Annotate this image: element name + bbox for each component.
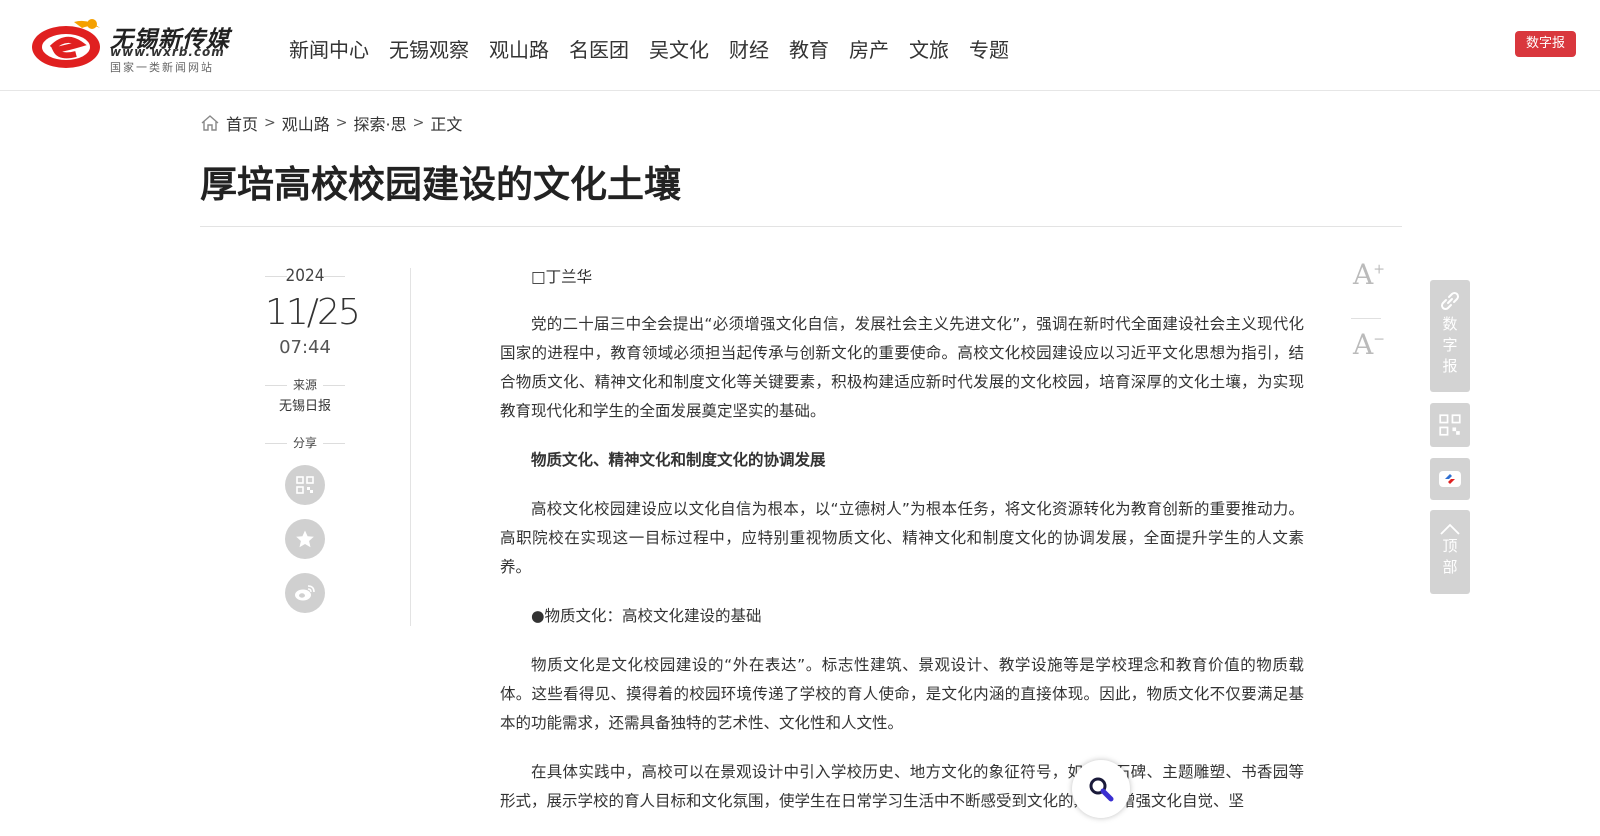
nav-item-news-center[interactable]: 新闻中心 [289, 34, 369, 63]
up-arrow-icon [1440, 523, 1460, 535]
breadcrumb-item-current: 正文 [430, 115, 463, 134]
share-favorite-button[interactable] [285, 519, 325, 559]
breadcrumb-item-explore[interactable]: 探索·思 [354, 111, 407, 135]
share-weibo-button[interactable] [285, 573, 325, 613]
breadcrumb-item-guanshan-road[interactable]: 观山路 [282, 111, 330, 135]
logo-slogan: 国家一类新闻网站 [110, 61, 214, 74]
nav-item-education[interactable]: 教育 [789, 34, 829, 63]
site-header: 无锡新传媒 www.wxrb.com 国家一类新闻网站 新闻中心 无锡观察 观山… [0, 0, 1600, 91]
back-to-top-button[interactable]: 顶 部 [1430, 510, 1470, 594]
font-increase-button[interactable]: A+ [1351, 258, 1387, 291]
app-icon [1439, 471, 1461, 487]
breadcrumb-separator: > [412, 115, 425, 131]
back-to-top-char: 部 [1442, 558, 1458, 576]
breadcrumb: 首页 > 观山路 > 探索·思 > 正文 [200, 111, 462, 135]
article-body: □丁兰华 党的二十届三中全会提出“必须增强文化自信，发展社会主义先进文化”，强调… [500, 263, 1304, 836]
nav-item-real-estate[interactable]: 房产 [849, 34, 889, 63]
nav-item-guanshan-road[interactable]: 观山路 [489, 34, 549, 63]
article-subheading: 物质文化、精神文化和制度文化的协调发展 [531, 451, 826, 469]
article-title: 厚培高校校园建设的文化土壤 [200, 163, 681, 206]
font-control-divider [1351, 318, 1381, 319]
nav-item-finance[interactable]: 财经 [729, 34, 769, 63]
nav-item-wu-culture[interactable]: 吴文化 [649, 34, 709, 63]
source-name: 无锡日报 [278, 399, 331, 414]
article-paragraph: 党的二十届三中全会提出“必须增强文化自信，发展社会主义先进文化”，强调在新时代全… [500, 315, 1304, 420]
font-decrease-button[interactable]: A− [1351, 328, 1387, 361]
float-digital-char: 报 [1442, 357, 1458, 375]
magnifier-button[interactable] [1072, 760, 1130, 818]
nav-item-wuxi-observe[interactable]: 无锡观察 [389, 34, 469, 63]
meta-divider [410, 268, 411, 626]
article-meta: 2024 11/25 07:44 来源 无锡日报 分享 [265, 266, 361, 613]
link-icon [1440, 291, 1460, 311]
site-logo[interactable]: 无锡新传媒 www.wxrb.com 国家一类新闻网站 [30, 14, 240, 74]
nav-item-culture-travel[interactable]: 文旅 [909, 34, 949, 63]
qrcode-icon [296, 476, 314, 494]
breadcrumb-home[interactable]: 首页 [226, 111, 258, 135]
qrcode-icon [1439, 414, 1461, 436]
article-bullet-heading: ●物质文化：高校文化建设的基础 [531, 607, 762, 625]
article-author: □丁兰华 [531, 268, 593, 286]
float-app-button[interactable] [1430, 458, 1470, 500]
digital-newspaper-button[interactable]: 数字报 [1515, 31, 1576, 57]
float-digital-newspaper[interactable]: 数 字 报 [1430, 280, 1470, 392]
article-paragraph: 在具体实践中，高校可以在景观设计中引入学校历史、地方文化的象征符号，如文化石碑、… [500, 763, 1304, 810]
article-paragraph: 物质文化是文化校园建设的“外在表达”。标志性建筑、景观设计、教学设施等是学校理念… [500, 656, 1304, 732]
title-divider [200, 226, 1402, 227]
magnifier-icon [1089, 777, 1114, 802]
nav-item-topics[interactable]: 专题 [969, 34, 1009, 63]
back-to-top-char: 顶 [1442, 537, 1458, 555]
home-icon[interactable] [200, 114, 220, 132]
star-icon [296, 530, 314, 548]
share-label: 分享 [265, 434, 345, 451]
publish-time: 07:44 [279, 337, 331, 358]
logo-url-text: www.wxrb.com [110, 45, 225, 59]
publish-year: 2024 [265, 266, 345, 286]
share-qrcode-button[interactable] [285, 465, 325, 505]
float-digital-char: 数 [1442, 315, 1458, 333]
float-digital-char: 字 [1442, 336, 1458, 354]
weibo-icon [295, 585, 315, 601]
source-label: 来源 [265, 376, 345, 393]
main-nav: 新闻中心 无锡观察 观山路 名医团 吴文化 财经 教育 房产 文旅 专题 [289, 34, 1029, 63]
publish-date: 11/25 [265, 292, 361, 333]
nav-item-doctors[interactable]: 名医团 [569, 34, 629, 63]
float-qrcode-button[interactable] [1430, 403, 1470, 447]
breadcrumb-separator: > [335, 115, 348, 131]
breadcrumb-separator: > [264, 115, 276, 131]
article-paragraph: 高校文化校园建设应以文化自信为根本，以“立德树人”为根本任务，将文化资源转化为教… [500, 500, 1304, 576]
logo-mark-icon [32, 19, 100, 68]
